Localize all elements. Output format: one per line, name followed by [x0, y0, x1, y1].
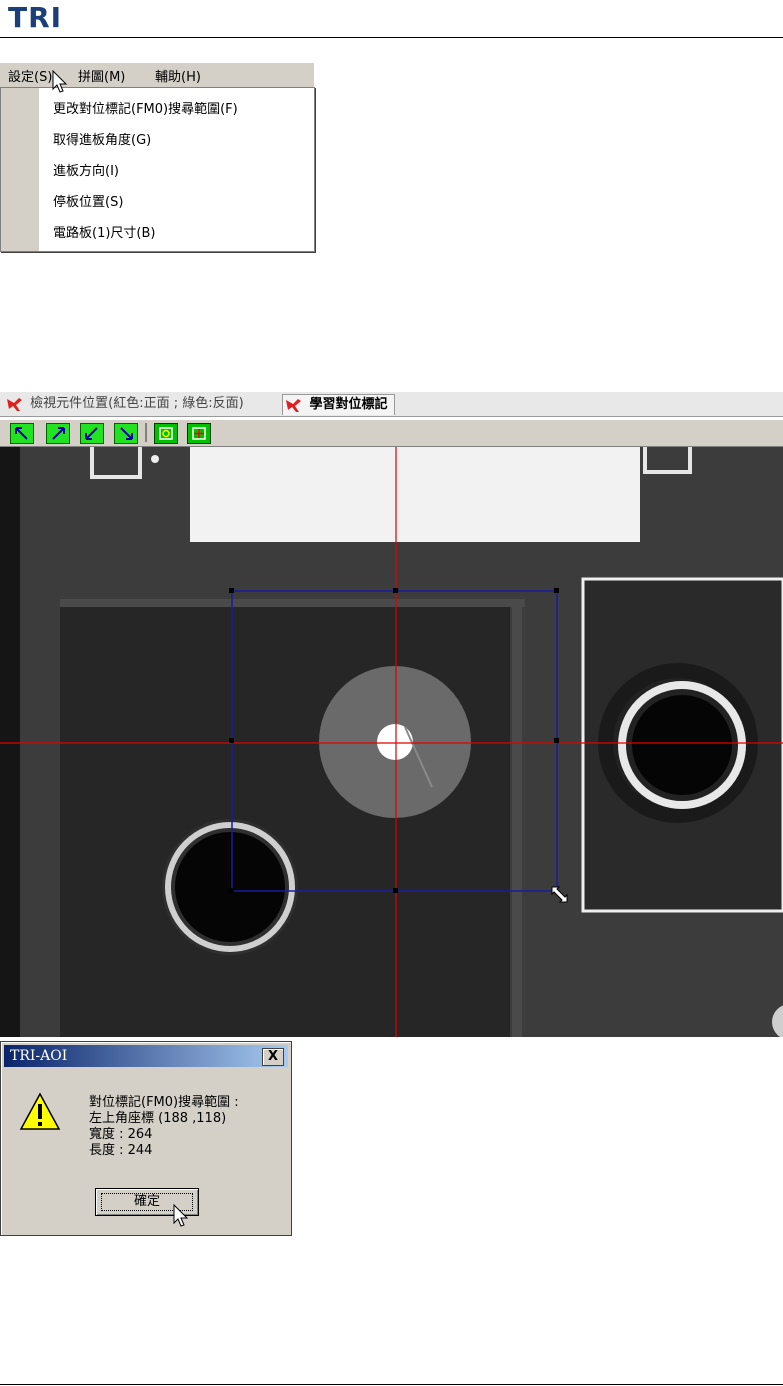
header-rule: [0, 37, 783, 38]
tab-component-position[interactable]: 檢視元件位置(紅色:正面 ; 綠色:反面): [4, 394, 244, 414]
pcb-image: [0, 447, 783, 1037]
tab-learn-fiducial[interactable]: 學習對位標記: [282, 394, 395, 415]
menu-item-board-direction[interactable]: 進板方向(I): [53, 160, 119, 179]
dialog-message-line-4: 長度 : 244: [89, 1143, 153, 1158]
menu-stitch[interactable]: 拼圖(M): [78, 66, 125, 85]
tri-logo: TRI: [8, 2, 62, 32]
menu-item-change-fm0-range[interactable]: 更改對位標記(FM0)搜尋範圍(F): [53, 98, 238, 117]
menu-settings[interactable]: 設定(S): [8, 66, 52, 85]
arrow-ne-icon[interactable]: [46, 423, 70, 444]
menu-item-get-board-angle[interactable]: 取得進板角度(G): [53, 129, 151, 148]
svg-text:TRI: TRI: [8, 2, 62, 32]
settings-dropdown: 更改對位標記(FM0)搜尋範圍(F) 取得進板角度(G) 進板方向(I) 停板位…: [0, 87, 315, 252]
dialog-message-line-2: 左上角座標 (188 ,118): [89, 1111, 227, 1126]
target-box-icon[interactable]: [187, 423, 211, 444]
arrow-nw-icon[interactable]: [10, 423, 34, 444]
menu-item-stop-position[interactable]: 停板位置(S): [53, 191, 123, 210]
tool-icon: [286, 398, 301, 412]
dialog-message-line-3: 寬度 : 264: [89, 1127, 153, 1142]
mouse-cursor-icon: [173, 1204, 189, 1227]
menu-item-board-size[interactable]: 電路板(1)尺寸(B): [53, 222, 155, 241]
dialog-message-line-1: 對位標記(FM0)搜尋範圍 :: [89, 1095, 239, 1110]
menu-help[interactable]: 輔助(H): [155, 66, 201, 85]
tool-icon: [7, 397, 22, 411]
message-dialog: TRI-AOI X 對位標記(FM0)搜尋範圍 : 左上角座標 (188 ,11…: [0, 1041, 292, 1236]
toolbar-separator: [145, 423, 147, 442]
tab-label: 學習對位標記: [309, 397, 388, 412]
camera-view[interactable]: [0, 447, 783, 1037]
dialog-titlebar: TRI-AOI X: [4, 1045, 288, 1067]
arrow-sw-icon[interactable]: [80, 423, 104, 444]
arrow-se-icon[interactable]: [114, 423, 138, 444]
close-button[interactable]: X: [262, 1048, 284, 1066]
dialog-title: TRI-AOI: [10, 1048, 68, 1064]
footer-rule: [0, 1384, 783, 1385]
fit-box-icon[interactable]: [154, 423, 178, 444]
menu-bar: 設定(S) 拼圖(M) 輔助(H): [0, 63, 314, 88]
image-toolbar: [0, 420, 783, 447]
dropdown-gutter: [1, 88, 39, 251]
view-tabbar: 檢視元件位置(紅色:正面 ; 綠色:反面) 學習對位標記: [0, 392, 783, 417]
mouse-cursor-icon: [52, 70, 68, 93]
warning-icon: [19, 1092, 61, 1130]
tab-label: 檢視元件位置(紅色:正面 ; 綠色:反面): [30, 396, 244, 411]
